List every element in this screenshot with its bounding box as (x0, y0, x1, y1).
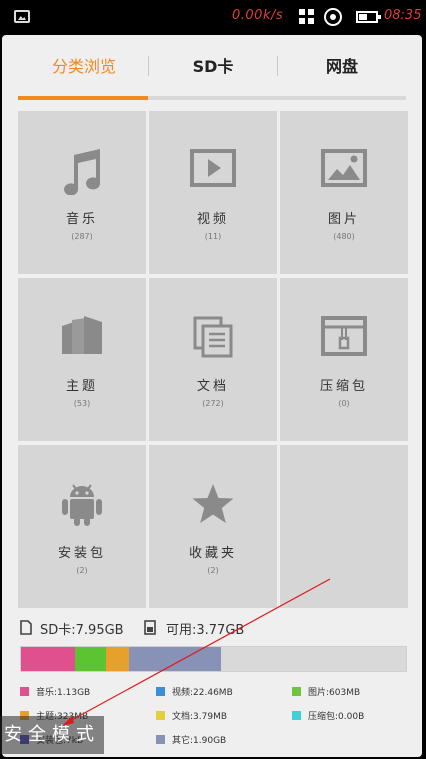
picture-icon (280, 149, 408, 199)
category-label: 视频 (196, 212, 229, 227)
location-icon (324, 8, 342, 26)
category-picture[interactable]: 图片 (480) (280, 111, 408, 274)
usage-segment (21, 647, 75, 671)
legend-label: 图片:603MB (308, 688, 361, 698)
legend-swatch (292, 687, 301, 696)
grid-icon (299, 9, 315, 25)
network-speed: 0.00k/s (232, 8, 284, 23)
category-label: 文档 (196, 379, 229, 394)
usage-segment (75, 647, 106, 671)
tab-bar: 分类浏览 SD卡 网盘 (2, 35, 422, 100)
category-video[interactable]: 视频 (11) (149, 111, 277, 274)
tab-sd-card[interactable]: SD卡 (149, 55, 277, 79)
star-icon (149, 483, 277, 533)
category-label: 压缩包 (319, 379, 368, 394)
sd-card-icon (20, 620, 32, 635)
category-count: (2) (207, 566, 219, 575)
category-label: 音乐 (65, 212, 98, 227)
category-count: (0) (338, 399, 350, 408)
legend-label: 其它:1.90GB (172, 736, 227, 746)
zip-archive-icon (280, 316, 408, 366)
category-theme[interactable]: 主题 (53) (18, 278, 146, 441)
android-icon (18, 483, 146, 533)
category-apk[interactable]: 安装包 (2) (18, 445, 146, 608)
legend-label: 视频:22.46MB (172, 688, 233, 698)
legend-label: 音乐:1.13GB (36, 688, 91, 698)
music-note-icon (18, 149, 146, 199)
status-bar: 0.00k/s 08:35 (0, 0, 426, 35)
theme-icon (18, 316, 146, 366)
category-zip[interactable]: 压缩包 (0) (280, 278, 408, 441)
category-count: (480) (333, 232, 355, 241)
category-count: (53) (73, 399, 91, 408)
legend-swatch (156, 711, 165, 720)
available-storage-icon (144, 620, 156, 635)
usage-segment (106, 647, 129, 671)
video-play-icon (149, 149, 277, 199)
empty-grid-cell (280, 445, 408, 608)
available-size: 可用:3.77GB (166, 623, 245, 638)
category-music[interactable]: 音乐 (287) (18, 111, 146, 274)
battery-icon (356, 11, 381, 23)
category-label: 主题 (65, 379, 98, 394)
legend-swatch (20, 687, 29, 696)
file-browser-panel: 分类浏览 SD卡 网盘 音乐 (287) 视频 (11) 图片 (480) 主题… (2, 35, 422, 757)
legend-swatch (156, 735, 165, 744)
category-count: (272) (202, 399, 224, 408)
tab-indicator-track (18, 96, 406, 100)
tab-cloud-drive[interactable]: 网盘 (278, 55, 406, 79)
category-count: (287) (71, 232, 93, 241)
legend-swatch (292, 711, 301, 720)
tab-indicator (18, 96, 148, 100)
legend-label: 文档:3.79MB (172, 712, 228, 722)
storage-usage-bar (20, 646, 407, 672)
safe-mode-indicator: 安全模式 (0, 716, 104, 754)
tab-category-browse[interactable]: 分类浏览 (20, 55, 148, 79)
category-label: 安装包 (57, 546, 106, 561)
category-count: (11) (204, 232, 222, 241)
usage-segment (129, 647, 221, 671)
gallery-notification-icon (14, 10, 30, 23)
legend-label: 压缩包:0.00B (308, 712, 365, 722)
category-label: 收藏夹 (188, 546, 237, 561)
category-label: 图片 (327, 212, 360, 227)
sd-total-size: SD卡:7.95GB (40, 623, 124, 638)
status-time: 08:35 (384, 8, 422, 23)
category-document[interactable]: 文档 (272) (149, 278, 277, 441)
document-icon (149, 316, 277, 366)
legend-swatch (156, 687, 165, 696)
category-grid: 音乐 (287) 视频 (11) 图片 (480) 主题 (53) 文档 (27… (18, 111, 408, 608)
category-count: (2) (76, 566, 88, 575)
category-favorites[interactable]: 收藏夹 (2) (149, 445, 277, 608)
